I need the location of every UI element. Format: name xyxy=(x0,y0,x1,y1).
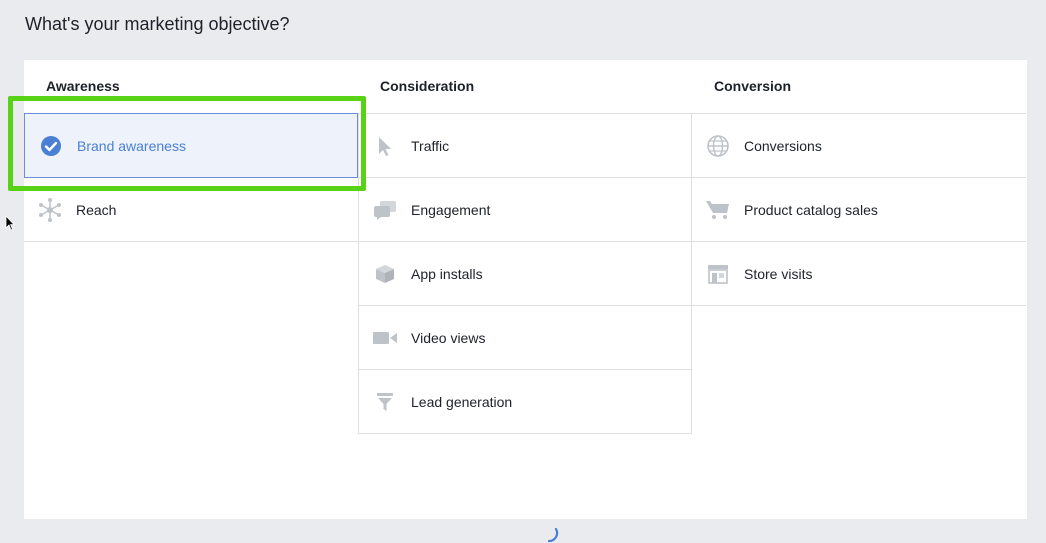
video-camera-icon xyxy=(371,324,399,352)
objective-lead-generation[interactable]: Lead generation xyxy=(358,370,692,434)
globe-icon xyxy=(704,132,732,160)
objective-label: Conversions xyxy=(744,137,822,154)
chat-bubbles-icon xyxy=(371,196,399,224)
selection-highlight-frame xyxy=(8,96,366,191)
storefront-icon xyxy=(704,260,732,288)
page-title: What's your marketing objective? xyxy=(25,14,290,34)
conversion-column: Conversion Conversions Product catalog s… xyxy=(692,60,1026,306)
objective-label: Video views xyxy=(411,329,486,346)
objective-label: Engagement xyxy=(411,201,491,218)
shopping-cart-icon xyxy=(704,196,732,224)
objective-video-views[interactable]: Video views xyxy=(358,306,692,370)
objective-label: Store visits xyxy=(744,265,813,282)
loading-spinner-icon xyxy=(547,527,559,543)
objective-conversions[interactable]: Conversions xyxy=(692,114,1026,178)
consideration-header: Consideration xyxy=(358,60,692,114)
consideration-column: Consideration Traffic Engagement App ins… xyxy=(358,60,692,434)
objective-traffic[interactable]: Traffic xyxy=(358,114,692,178)
objective-label: Reach xyxy=(76,201,117,218)
cursor-arrow-icon xyxy=(371,132,399,160)
mouse-pointer-icon xyxy=(5,215,15,231)
conversion-header: Conversion xyxy=(692,60,1026,114)
objective-label: Traffic xyxy=(411,137,450,154)
funnel-icon xyxy=(371,388,399,416)
objective-app-installs[interactable]: App installs xyxy=(358,242,692,306)
objective-label: App installs xyxy=(411,265,483,282)
objective-product-catalog-sales[interactable]: Product catalog sales xyxy=(692,178,1026,242)
objective-label: Lead generation xyxy=(411,393,513,410)
objective-label: Product catalog sales xyxy=(744,201,878,218)
box-icon xyxy=(371,260,399,288)
objective-engagement[interactable]: Engagement xyxy=(358,178,692,242)
objective-store-visits[interactable]: Store visits xyxy=(692,242,1026,306)
reach-network-icon xyxy=(36,196,64,224)
